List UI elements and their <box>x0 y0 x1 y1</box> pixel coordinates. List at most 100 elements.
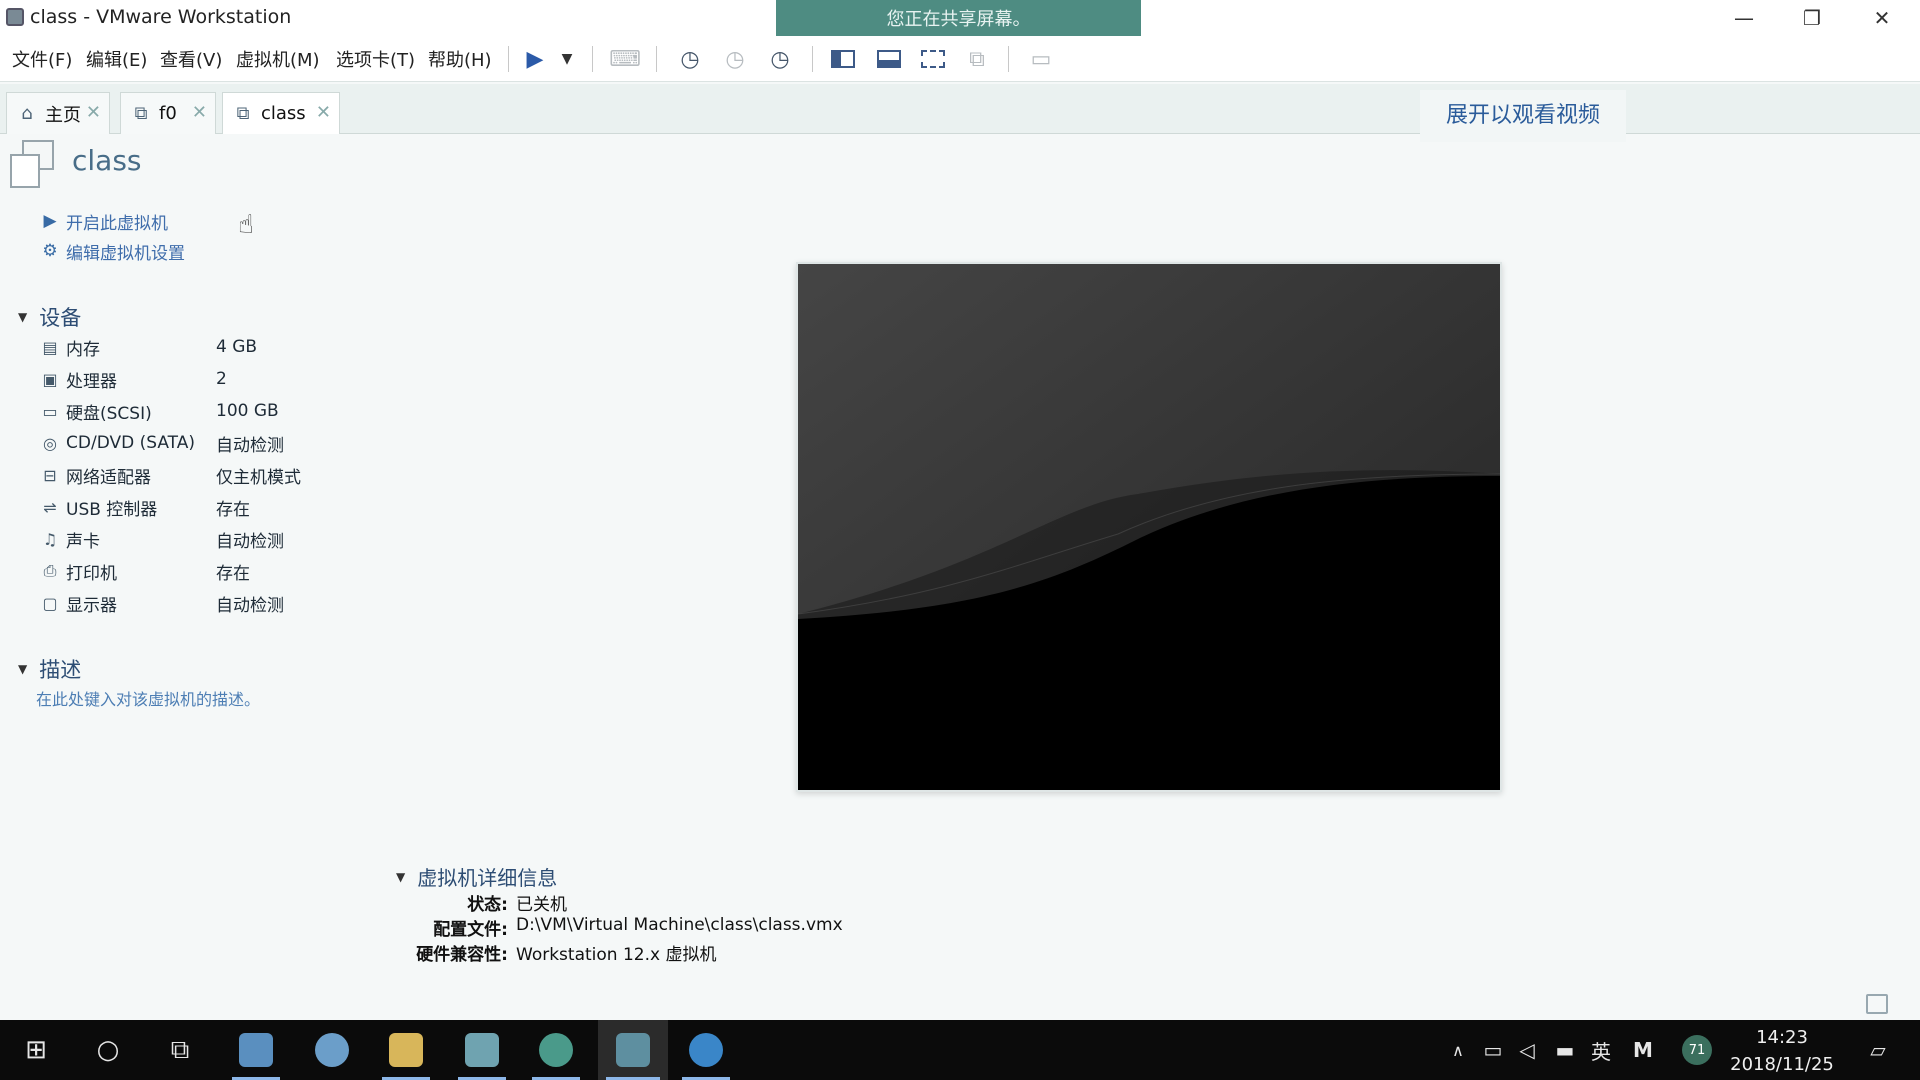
play-dropdown-icon[interactable]: ▼ <box>552 44 582 74</box>
menu-view[interactable]: 查看(V) <box>160 46 222 72</box>
device-value: 存在 <box>216 563 250 584</box>
vmware-taskbar-icon[interactable] <box>598 1020 668 1080</box>
vm-large-icon <box>10 140 56 188</box>
device-value: 自动检测 <box>216 531 284 552</box>
close-icon[interactable]: ✕ <box>316 102 331 123</box>
device-value: 自动检测 <box>216 435 284 456</box>
file-explorer-icon[interactable] <box>374 1020 438 1080</box>
menu-vm[interactable]: 虚拟机(M) <box>236 46 320 72</box>
maximize-button[interactable]: ❐ <box>1782 4 1842 32</box>
device-row-cddvd[interactable]: ◎ CD/DVD (SATA) 自动检测 <box>38 429 378 457</box>
tab-home[interactable]: ⌂ 主页 ✕ <box>6 92 110 134</box>
library-view-icon[interactable] <box>828 44 858 74</box>
send-keys-icon[interactable]: ⌨ <box>609 44 641 74</box>
menu-tabs[interactable]: 选项卡(T) <box>336 46 415 72</box>
home-icon: ⌂ <box>21 103 33 124</box>
tray-ime-lang[interactable]: 英 <box>1586 1020 1616 1080</box>
edit-settings-label: 编辑虚拟机设置 <box>66 243 185 264</box>
toolbar-separator <box>1008 46 1009 72</box>
compat-value: Workstation 12.x 虚拟机 <box>516 945 717 965</box>
unity-icon[interactable]: ⧉ <box>962 44 992 74</box>
window-title: class - VMware Workstation <box>30 6 292 28</box>
edit-settings-link[interactable]: ⚙ 编辑虚拟机设置 <box>40 238 185 264</box>
close-button[interactable]: ✕ <box>1852 4 1912 32</box>
task-view-icon[interactable]: ⧉ <box>148 1020 212 1080</box>
device-row-harddisk[interactable]: ▭ 硬盘(SCSI) 100 GB <box>38 397 378 425</box>
thumbnail-view-icon[interactable] <box>874 44 904 74</box>
tab-label: class <box>261 103 306 124</box>
tab-bar: ⌂ 主页 ✕ ⧉ f0 ✕ ⧉ class ✕ <box>0 84 1920 134</box>
device-name: CD/DVD (SATA) <box>66 433 195 453</box>
memory-icon: ▤ <box>42 337 58 357</box>
tab-class[interactable]: ⧉ class ✕ <box>222 92 340 134</box>
ie-browser-icon[interactable] <box>674 1020 738 1080</box>
device-row-usb[interactable]: ⇌ USB 控制器 存在 <box>38 493 378 521</box>
taskbar-clock[interactable]: 14:23 2018/11/25 <box>1724 1024 1840 1078</box>
device-row-memory[interactable]: ▤ 内存 4 GB <box>38 333 378 361</box>
device-name: 网络适配器 <box>66 467 151 488</box>
windows-taskbar: ⊞ ○ ⧉ ∧ ▭ ◁ ▬ 英 M 71 14:23 2018/11/25 ▱ <box>0 1020 1920 1080</box>
device-row-sound[interactable]: ♫ 声卡 自动检测 <box>38 525 378 553</box>
menu-help[interactable]: 帮助(H) <box>428 46 492 72</box>
tab-f0[interactable]: ⧉ f0 ✕ <box>120 92 216 134</box>
monitor-icon: ▢ <box>42 593 58 613</box>
device-value: 4 GB <box>216 337 258 357</box>
windows-start-icon[interactable]: ⊞ <box>4 1020 68 1080</box>
device-row-printer[interactable]: ⎙ 打印机 存在 <box>38 557 378 585</box>
compat-label: 硬件兼容性: <box>416 945 508 965</box>
menu-toolbar: 文件(F) 编辑(E) 查看(V) 虚拟机(M) 选项卡(T) 帮助(H) ▶ … <box>0 36 1920 82</box>
device-name: 显示器 <box>66 595 117 616</box>
device-row-network[interactable]: ⊟ 网络适配器 仅主机模式 <box>38 461 378 489</box>
vm-details-section-header[interactable]: ▼ 虚拟机详细信息 <box>396 862 557 891</box>
clock-date: 2018/11/25 <box>1730 1054 1834 1075</box>
power-on-label: 开启此虚拟机 <box>66 213 168 234</box>
vm-preview-screen[interactable] <box>796 262 1502 792</box>
cpu-icon: ▣ <box>42 369 58 389</box>
device-value: 100 GB <box>216 401 279 421</box>
power-on-link[interactable]: ▶ 开启此虚拟机 <box>40 208 168 234</box>
close-icon[interactable]: ✕ <box>86 102 101 123</box>
device-name: 打印机 <box>66 563 117 584</box>
description-section-header[interactable]: ▼ 描述 <box>18 654 81 684</box>
device-row-monitor[interactable]: ▢ 显示器 自动检测 <box>38 589 378 617</box>
harddisk-icon: ▭ <box>42 401 58 421</box>
menu-file[interactable]: 文件(F) <box>12 46 72 72</box>
app-cat-icon[interactable] <box>524 1020 588 1080</box>
menu-edit[interactable]: 编辑(E) <box>86 46 147 72</box>
devices-section-header[interactable]: ▼ 设备 <box>18 302 81 332</box>
tray-volume-icon[interactable]: ◁ <box>1512 1020 1542 1080</box>
play-icon[interactable]: ▶ <box>520 44 550 74</box>
tray-chevron-up-icon[interactable]: ∧ <box>1444 1020 1472 1080</box>
toolbar-separator <box>812 46 813 72</box>
notes-icon[interactable] <box>1866 994 1888 1014</box>
console-view-icon[interactable]: ▭ <box>1026 44 1056 74</box>
tray-badge-count: 71 <box>1682 1035 1712 1065</box>
state-value: 已关机 <box>516 895 567 915</box>
tray-network-icon[interactable]: ▭ <box>1478 1020 1508 1080</box>
vm-name-title: class <box>72 144 142 177</box>
revert-snapshot-icon[interactable]: ◷ <box>720 44 750 74</box>
app-screen-record-icon[interactable] <box>224 1020 288 1080</box>
cortana-search-icon[interactable]: ○ <box>76 1020 140 1080</box>
device-name: USB 控制器 <box>66 499 158 520</box>
device-row-cpu[interactable]: ▣ 处理器 2 <box>38 365 378 393</box>
minimize-button[interactable]: — <box>1714 4 1774 32</box>
snapshot-icon[interactable]: ◷ <box>675 44 705 74</box>
expand-video-button[interactable]: 展开以观看视频 <box>1420 90 1626 142</box>
device-value: 2 <box>216 369 227 389</box>
snapshot-manager-icon[interactable]: ◷ <box>765 44 795 74</box>
usb-icon: ⇌ <box>43 497 57 517</box>
tray-battery-icon[interactable]: ▬ <box>1550 1020 1580 1080</box>
fullscreen-icon[interactable] <box>918 44 948 74</box>
action-center-icon[interactable]: ▱ <box>1856 1020 1900 1080</box>
detail-compat-row: 硬件兼容性: Workstation 12.x 虚拟机 <box>0 940 1920 965</box>
app-notepad-icon[interactable] <box>450 1020 514 1080</box>
tray-badge[interactable]: 71 <box>1680 1020 1714 1080</box>
tray-m-icon[interactable]: M <box>1628 1020 1658 1080</box>
devices-title: 设备 <box>39 306 82 330</box>
device-name: 硬盘(SCSI) <box>66 403 152 424</box>
description-input[interactable]: 在此处键入对该虚拟机的描述。 <box>36 686 260 710</box>
close-icon[interactable]: ✕ <box>192 102 207 123</box>
app-bird-icon[interactable] <box>300 1020 364 1080</box>
toolbar-separator <box>592 46 593 72</box>
